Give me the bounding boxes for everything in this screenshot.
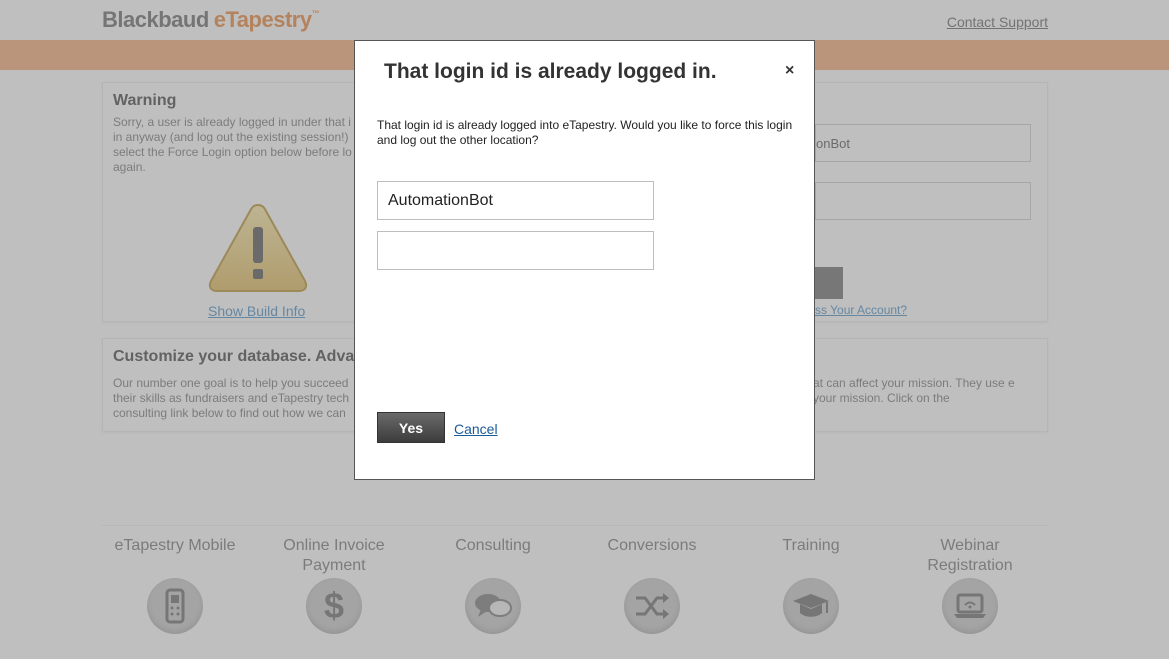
username-field[interactable]: [377, 181, 654, 220]
cancel-link[interactable]: Cancel: [454, 421, 498, 437]
close-icon[interactable]: ×: [785, 63, 794, 79]
yes-button[interactable]: Yes: [377, 412, 445, 443]
dialog-message: That login id is already logged into eTa…: [377, 118, 793, 147]
password-field[interactable]: [377, 231, 654, 270]
already-logged-in-dialog: That login id is already logged in. × Th…: [354, 40, 815, 480]
dialog-title: That login id is already logged in.: [384, 60, 717, 83]
